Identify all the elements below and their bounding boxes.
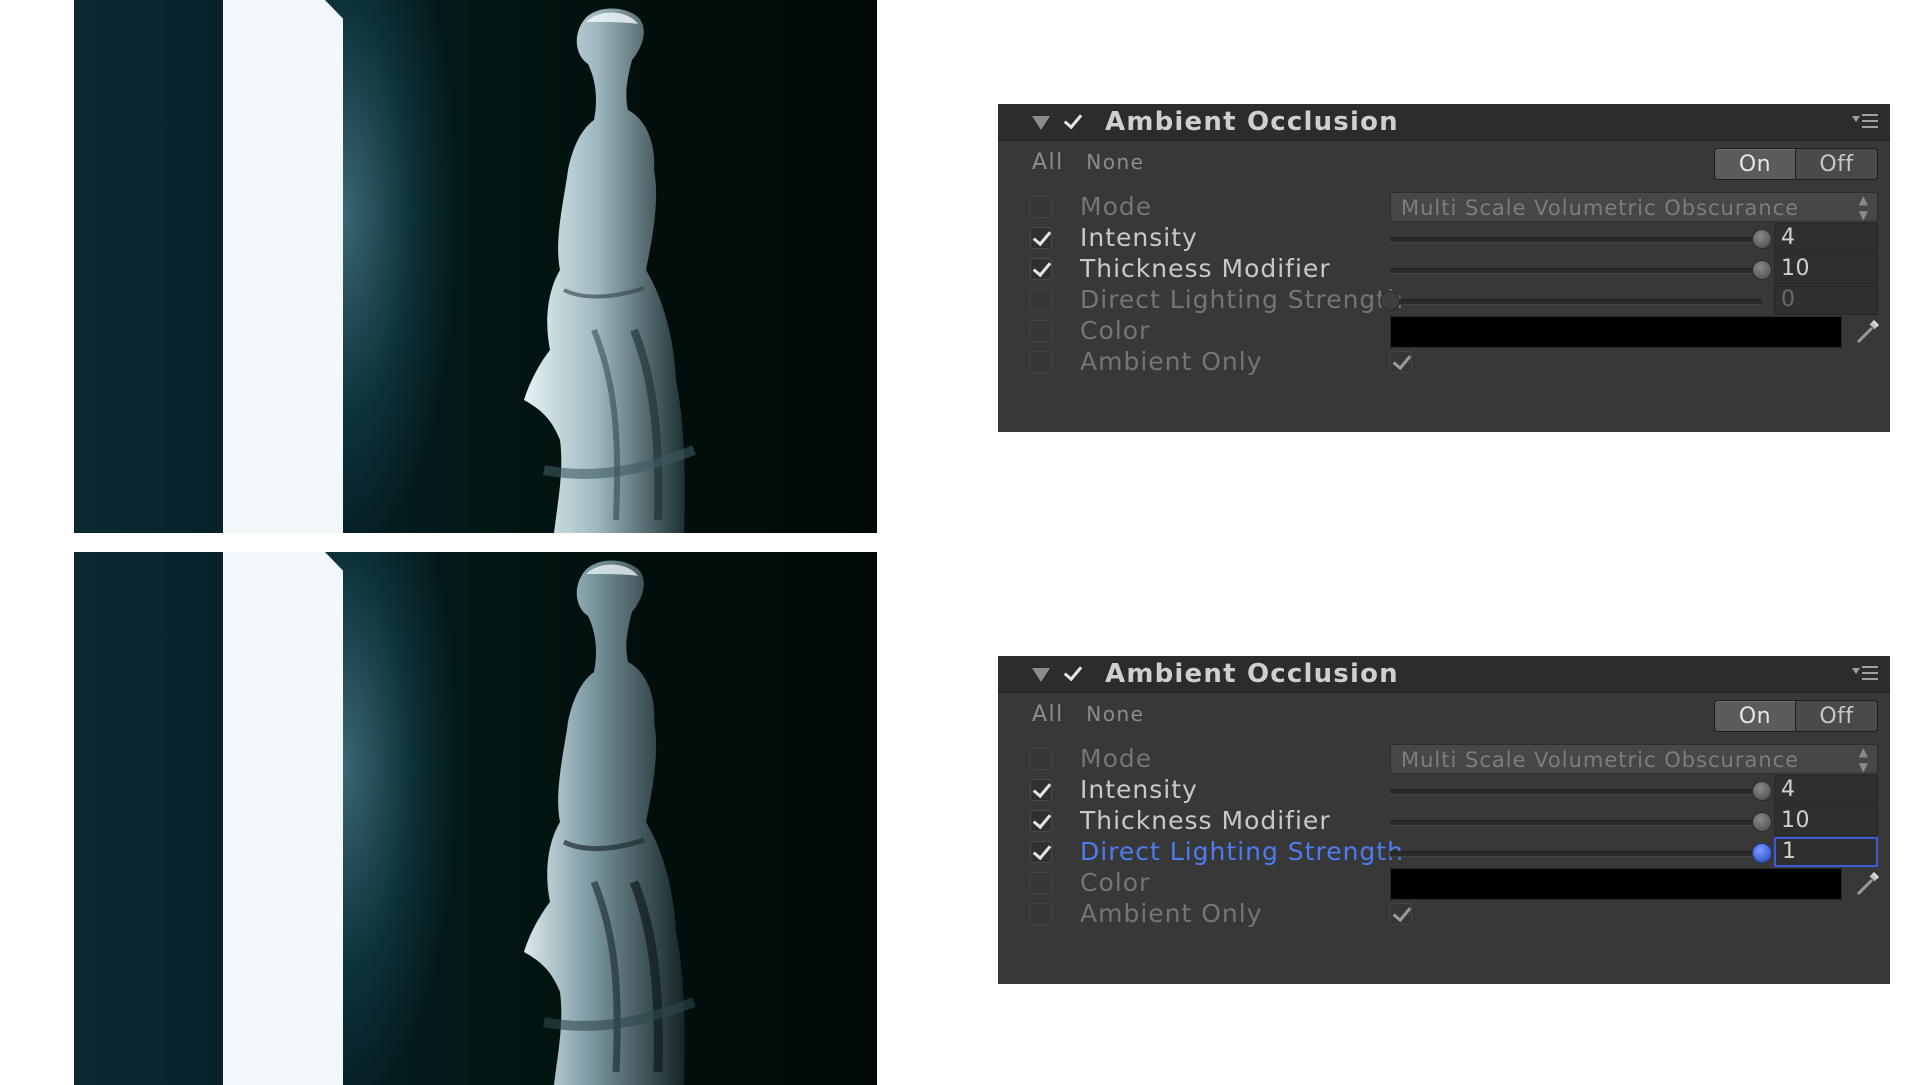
- mode-override-checkbox[interactable]: [1030, 196, 1052, 218]
- ambient-occlusion-panel-top: Ambient Occlusion All None On Off Mode M…: [998, 104, 1890, 432]
- intensity-slider-knob[interactable]: [1752, 781, 1772, 801]
- on-off-toggle[interactable]: On Off: [1714, 148, 1878, 180]
- panel-title: Ambient Occlusion: [1105, 107, 1399, 137]
- thickness-slider-track[interactable]: [1390, 268, 1762, 274]
- none-button[interactable]: None: [1086, 150, 1144, 174]
- intensity-override-checkbox[interactable]: [1030, 227, 1052, 249]
- ambient-only-value-checkbox[interactable]: [1390, 903, 1412, 925]
- intensity-slider-knob[interactable]: [1752, 229, 1772, 249]
- direct-lighting-slider-knob[interactable]: [1752, 843, 1772, 863]
- context-menu-icon[interactable]: [1852, 114, 1878, 130]
- mode-dropdown[interactable]: Multi Scale Volumetric Obscurance ▲ ▼: [1390, 744, 1878, 774]
- intensity-override-checkbox[interactable]: [1030, 779, 1052, 801]
- direct-lighting-override-checkbox[interactable]: [1030, 841, 1052, 863]
- eyedropper-icon[interactable]: [1854, 317, 1882, 345]
- lit-doorway: [223, 552, 343, 1085]
- panel-header: Ambient Occlusion: [998, 104, 1890, 141]
- all-button[interactable]: All: [1032, 150, 1064, 175]
- effect-enabled-checkbox[interactable]: [1062, 111, 1084, 133]
- mode-dropdown-value: Multi Scale Volumetric Obscurance: [1401, 748, 1800, 772]
- on-off-toggle[interactable]: On Off: [1714, 700, 1878, 732]
- foldout-arrow-icon[interactable]: [1032, 116, 1050, 130]
- color-override-checkbox[interactable]: [1030, 872, 1052, 894]
- intensity-value-field[interactable]: 4: [1774, 223, 1878, 253]
- direct-lighting-slider-track[interactable]: [1390, 851, 1762, 857]
- mode-dropdown-value: Multi Scale Volumetric Obscurance: [1401, 196, 1800, 220]
- direct-lighting-slider-knob[interactable]: [1380, 291, 1400, 311]
- off-button[interactable]: Off: [1795, 148, 1878, 180]
- ambient-only-row: Ambient Only: [998, 344, 1890, 380]
- direct-lighting-value-field[interactable]: 0: [1774, 285, 1878, 315]
- thickness-slider-track[interactable]: [1390, 820, 1762, 826]
- panel-header: Ambient Occlusion: [998, 656, 1890, 693]
- scene-render-without-direct-lighting: [74, 0, 877, 533]
- panel-title: Ambient Occlusion: [1105, 659, 1399, 689]
- ambient-only-override-checkbox[interactable]: [1030, 903, 1052, 925]
- override-shortcuts: All None: [1032, 702, 1144, 727]
- thickness-value-field[interactable]: 10: [1774, 254, 1878, 284]
- direct-lighting-override-checkbox[interactable]: [1030, 289, 1052, 311]
- scene-render-with-direct-lighting: [74, 552, 877, 1085]
- thickness-slider-knob[interactable]: [1752, 812, 1772, 832]
- ambient-occlusion-panel-bottom: Ambient Occlusion All None On Off Mode M…: [998, 656, 1890, 984]
- ambient-only-label: Ambient Only: [1080, 899, 1263, 928]
- context-menu-icon[interactable]: [1852, 666, 1878, 682]
- all-button[interactable]: All: [1032, 702, 1064, 727]
- on-button[interactable]: On: [1714, 148, 1796, 180]
- foldout-arrow-icon[interactable]: [1032, 668, 1050, 682]
- override-shortcuts: All None: [1032, 150, 1144, 175]
- thickness-slider-knob[interactable]: [1752, 260, 1772, 280]
- mode-dropdown[interactable]: Multi Scale Volumetric Obscurance ▲ ▼: [1390, 192, 1878, 222]
- thickness-value-field[interactable]: 10: [1774, 806, 1878, 836]
- color-override-checkbox[interactable]: [1030, 320, 1052, 342]
- ambient-only-row: Ambient Only: [998, 896, 1890, 932]
- intensity-slider-track[interactable]: [1390, 789, 1762, 795]
- thickness-override-checkbox[interactable]: [1030, 258, 1052, 280]
- statue-figure: [524, 560, 696, 1085]
- statue-figure: [524, 8, 696, 533]
- ambient-only-override-checkbox[interactable]: [1030, 351, 1052, 373]
- intensity-value-field[interactable]: 4: [1774, 775, 1878, 805]
- eyedropper-icon[interactable]: [1854, 869, 1882, 897]
- ambient-only-value-checkbox[interactable]: [1390, 351, 1412, 373]
- dropdown-arrows-icon: ▲ ▼: [1858, 193, 1869, 222]
- thickness-override-checkbox[interactable]: [1030, 810, 1052, 832]
- direct-lighting-value-field[interactable]: 1: [1774, 837, 1878, 867]
- off-button[interactable]: Off: [1795, 700, 1878, 732]
- direct-lighting-slider-track[interactable]: [1390, 299, 1762, 305]
- none-button[interactable]: None: [1086, 702, 1144, 726]
- ambient-only-label: Ambient Only: [1080, 347, 1263, 376]
- lit-doorway: [223, 0, 343, 533]
- mode-override-checkbox[interactable]: [1030, 748, 1052, 770]
- on-button[interactable]: On: [1714, 700, 1796, 732]
- effect-enabled-checkbox[interactable]: [1062, 663, 1084, 685]
- dropdown-arrows-icon: ▲ ▼: [1858, 745, 1869, 774]
- intensity-slider-track[interactable]: [1390, 237, 1762, 243]
